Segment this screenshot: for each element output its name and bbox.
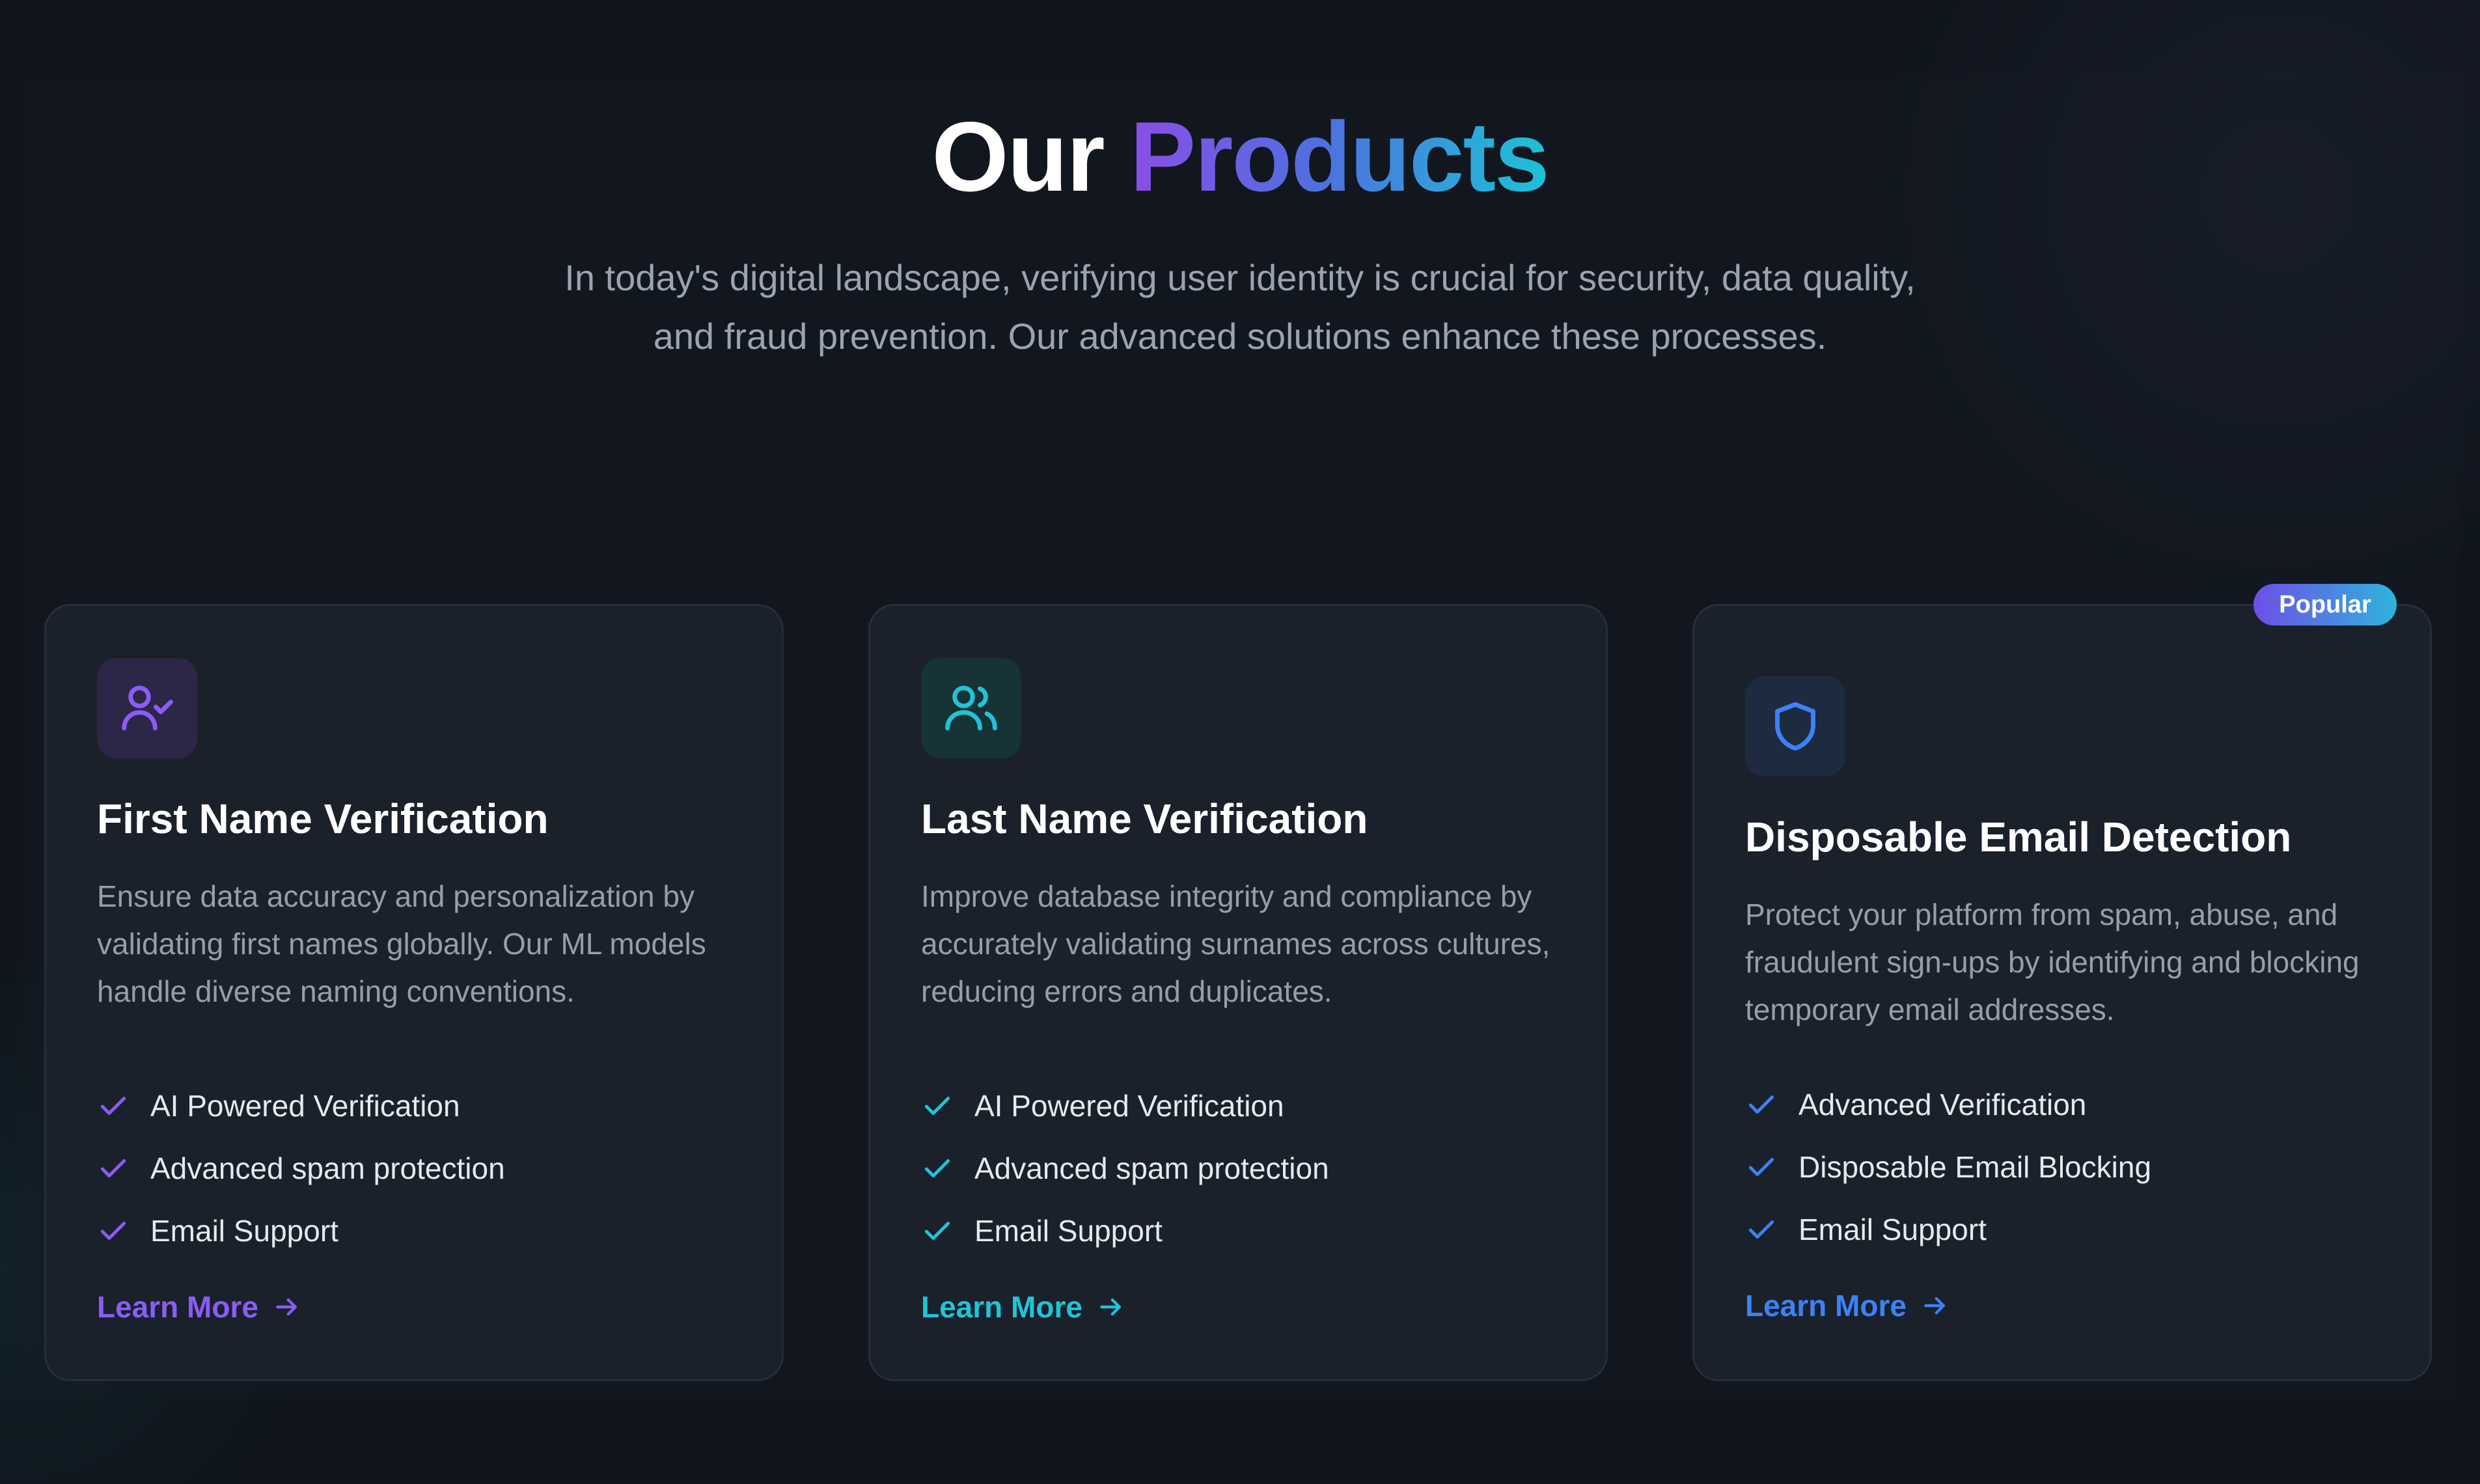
feature-label: Email Support: [1798, 1213, 1987, 1246]
learn-more-label: Learn More: [97, 1290, 258, 1324]
check-icon: [1748, 1095, 1774, 1114]
feature-list: AI Powered Verification Advanced spam pr…: [921, 1075, 1329, 1262]
title-highlight: Products: [1129, 102, 1550, 212]
arrow-right-icon: [1100, 1298, 1121, 1316]
feature-item: Advanced spam protection: [97, 1137, 505, 1200]
feature-item: Advanced Verification: [1745, 1073, 2151, 1136]
check-icon: [924, 1159, 950, 1177]
products-header: Our Products In today's digital landscap…: [0, 98, 2480, 366]
product-cards: First Name Verification Ensure data accu…: [44, 604, 2432, 1382]
feature-list: Advanced Verification Disposable Email B…: [1745, 1073, 2151, 1261]
feature-item: Disposable Email Blocking: [1745, 1136, 2151, 1198]
feature-item: Email Support: [921, 1200, 1329, 1262]
card-description: Protect your platform from spam, abuse, …: [1745, 898, 2360, 1026]
feature-item: AI Powered Verification: [97, 1075, 505, 1137]
card-title: Disposable Email Detection: [1745, 814, 2292, 860]
feature-label: Disposable Email Blocking: [1798, 1150, 2152, 1184]
feature-item: Email Support: [1745, 1198, 2151, 1261]
feature-label: Email Support: [150, 1214, 338, 1248]
popular-badge: Popular: [2253, 584, 2397, 625]
card-title: First Name Verification: [97, 795, 549, 842]
user-check-icon: [97, 658, 197, 758]
shield-icon: [1745, 676, 1845, 776]
feature-label: Advanced spam protection: [150, 1151, 505, 1185]
product-card-last-name: Last Name Verification Improve database …: [868, 604, 1608, 1381]
card-description: Improve database integrity and complianc…: [921, 879, 1550, 1008]
card-title: Last Name Verification: [921, 795, 1368, 842]
learn-more-link[interactable]: Learn More: [97, 1289, 301, 1325]
feature-label: Advanced spam protection: [974, 1151, 1329, 1185]
check-icon: [1748, 1158, 1774, 1176]
learn-more-label: Learn More: [921, 1290, 1082, 1324]
page-title: Our Products: [0, 98, 2480, 216]
feature-label: AI Powered Verification: [974, 1089, 1284, 1123]
feature-item: Email Support: [97, 1200, 505, 1262]
check-icon: [1748, 1220, 1774, 1239]
feature-label: Email Support: [974, 1214, 1163, 1248]
card-description: Ensure data accuracy and personalization…: [97, 879, 706, 1008]
feature-item: Advanced spam protection: [921, 1137, 1329, 1200]
check-icon: [100, 1097, 126, 1115]
title-plain: Our: [931, 102, 1105, 212]
page-subtitle: In today's digital landscape, verifying …: [564, 257, 1916, 357]
feature-label: AI Powered Verification: [150, 1089, 460, 1123]
learn-more-link[interactable]: Learn More: [921, 1289, 1125, 1325]
check-icon: [100, 1222, 126, 1240]
feature-item: AI Powered Verification: [921, 1075, 1329, 1137]
learn-more-label: Learn More: [1745, 1289, 1907, 1323]
product-card-disposable-email: Disposable Email Detection Protect your …: [1692, 604, 2432, 1381]
check-icon: [924, 1222, 950, 1240]
arrow-right-icon: [1924, 1297, 1945, 1315]
feature-list: AI Powered Verification Advanced spam pr…: [97, 1075, 505, 1262]
feature-label: Advanced Verification: [1798, 1088, 2087, 1121]
check-icon: [924, 1097, 950, 1115]
check-icon: [100, 1159, 126, 1177]
users-icon: [921, 658, 1021, 758]
arrow-right-icon: [276, 1298, 297, 1316]
learn-more-link[interactable]: Learn More: [1745, 1288, 1950, 1323]
product-card-first-name: First Name Verification Ensure data accu…: [44, 604, 784, 1381]
